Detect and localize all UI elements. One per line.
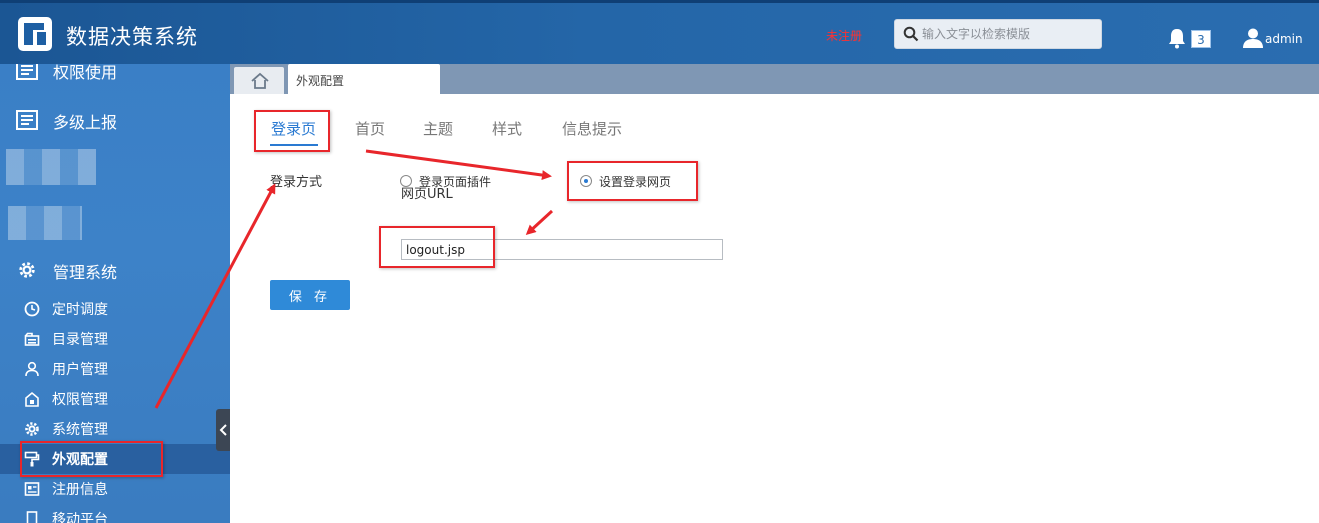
paint-roller-icon xyxy=(24,451,40,467)
sidebar-group-management[interactable]: 管理系统 xyxy=(0,250,230,290)
sidebar-group-label: 权限使用 xyxy=(53,64,118,82)
tab-info-tips[interactable]: 信息提示 xyxy=(562,118,622,139)
user-icon xyxy=(25,361,39,377)
blurred-item xyxy=(8,206,82,240)
blurred-item xyxy=(6,149,96,185)
app-logo-icon xyxy=(18,17,52,51)
page-tab-bar: 外观配置 xyxy=(230,64,1319,94)
sidebar: 权限使用 多级上报 管理系统 定时调度 目录管理 用户管理 权限管理 系统管理 … xyxy=(0,64,230,523)
lock-icon xyxy=(25,391,39,407)
register-icon xyxy=(24,482,40,496)
url-label: 网页URL xyxy=(401,187,453,202)
top-header: 数据决策系统 未注册 3 admin xyxy=(0,0,1319,64)
document-list-icon xyxy=(16,110,38,130)
tab-theme[interactable]: 主题 xyxy=(423,118,453,139)
sidebar-group-label: 管理系统 xyxy=(53,263,118,282)
bell-icon[interactable] xyxy=(1167,27,1187,49)
sidebar-item-label: 定时调度 xyxy=(52,302,108,318)
url-input[interactable] xyxy=(401,239,723,260)
folder-icon xyxy=(24,332,40,346)
sidebar-item-directory[interactable]: 目录管理 xyxy=(0,324,230,354)
sidebar-item-label: 外观配置 xyxy=(52,452,108,468)
home-icon[interactable] xyxy=(250,72,270,90)
sidebar-item-label: 权限管理 xyxy=(52,392,108,408)
main-content: 登录页 首页 主题 样式 信息提示 登录方式 登录页面插件 设置登录网页 网页U… xyxy=(230,94,1319,523)
sidebar-item-schedule[interactable]: 定时调度 xyxy=(0,294,230,324)
sidebar-group-label: 多级上报 xyxy=(53,113,118,132)
sidebar-item-label: 系统管理 xyxy=(52,422,108,438)
gear-icon xyxy=(19,262,35,278)
sidebar-item-system[interactable]: 系统管理 xyxy=(0,414,230,444)
search-icon[interactable] xyxy=(903,26,919,42)
sidebar-item-users[interactable]: 用户管理 xyxy=(0,354,230,384)
sidebar-item-register[interactable]: 注册信息 xyxy=(0,474,230,504)
save-button[interactable]: 保 存 xyxy=(270,280,350,310)
sidebar-group-permission-use[interactable]: 权限使用 xyxy=(0,64,230,90)
chevron-left-icon[interactable] xyxy=(218,423,228,437)
page-tab-label: 外观配置 xyxy=(296,74,345,88)
mobile-icon xyxy=(26,511,38,523)
gear-icon xyxy=(25,422,39,436)
sidebar-item-label: 注册信息 xyxy=(52,482,108,498)
home-tab[interactable] xyxy=(234,67,284,94)
login-method-label: 登录方式 xyxy=(270,175,323,190)
search-input[interactable] xyxy=(922,24,1097,44)
sidebar-item-label: 用户管理 xyxy=(52,362,108,378)
sidebar-item-permissions[interactable]: 权限管理 xyxy=(0,384,230,414)
tab-login-page[interactable]: 登录页 xyxy=(271,118,316,139)
sidebar-collapse-button[interactable] xyxy=(216,409,230,451)
sidebar-item-mobile[interactable]: 移动平台 xyxy=(0,504,230,523)
unregistered-badge[interactable]: 未注册 xyxy=(826,27,862,44)
radio-set-login-page[interactable] xyxy=(580,175,592,187)
document-list-icon xyxy=(16,64,38,80)
notification-count[interactable]: 3 xyxy=(1191,30,1211,48)
tab-home[interactable]: 首页 xyxy=(355,118,385,139)
username[interactable]: admin xyxy=(1265,32,1303,46)
clock-icon xyxy=(24,301,40,317)
sidebar-item-label: 目录管理 xyxy=(52,332,108,348)
sidebar-group-multi-report[interactable]: 多级上报 xyxy=(0,100,230,140)
tab-appearance-config[interactable]: 外观配置 xyxy=(288,64,440,94)
radio-set-login-page-label[interactable]: 设置登录网页 xyxy=(599,173,671,190)
user-avatar-icon[interactable] xyxy=(1242,27,1264,49)
sidebar-item-label: 移动平台 xyxy=(52,512,108,523)
sidebar-item-appearance[interactable]: 外观配置 xyxy=(0,444,230,474)
tab-style[interactable]: 样式 xyxy=(492,118,522,139)
app-title: 数据决策系统 xyxy=(66,25,198,49)
template-search[interactable] xyxy=(894,19,1102,49)
active-tab-indicator xyxy=(270,144,318,146)
